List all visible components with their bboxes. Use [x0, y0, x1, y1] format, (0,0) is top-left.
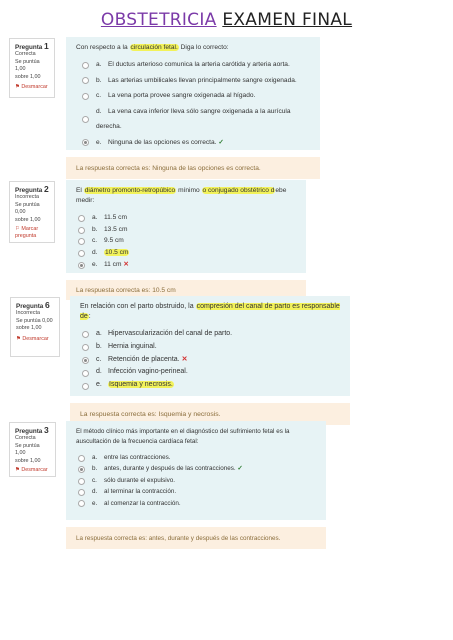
- correct-answer-text: La respuesta correcta es: Ninguna de las…: [76, 164, 261, 172]
- flag-icon: ⚑: [15, 84, 20, 91]
- answer-option[interactable]: d. al terminar la contracción.: [78, 486, 316, 497]
- flag-question-button[interactable]: ⚐ Marcar pregunta: [15, 226, 49, 241]
- question-status: Incorrecta: [15, 194, 39, 201]
- answer-option[interactable]: e. Isquemia y necrosis.: [82, 379, 340, 392]
- question-info-2: Pregunta 2 Incorrecta Se puntúa 0,00 sobr…: [9, 181, 55, 243]
- question-box-2: El diámetro promonto-retropúbico mínimo …: [66, 180, 306, 273]
- question-number-label: Pregunta 3: [15, 425, 49, 435]
- question-status: Incorrecta: [16, 310, 40, 317]
- feedback-box-1: La respuesta correcta es: Ninguna de las…: [66, 157, 320, 179]
- check-icon: ✓: [218, 138, 224, 146]
- radio-button-selected[interactable]: [78, 261, 85, 269]
- radio-button[interactable]: [82, 344, 89, 352]
- answer-option[interactable]: d. 10.5 cm: [78, 247, 296, 259]
- answer-option[interactable]: b. 13.5 cm: [78, 224, 296, 236]
- cross-icon: ✕: [123, 260, 129, 268]
- question-box-3: En relación con el parto obstruido, la c…: [70, 296, 350, 396]
- radio-button-selected[interactable]: [78, 466, 85, 474]
- correct-answer-text: La respuesta correcta es: Isquemia y nec…: [80, 410, 221, 418]
- correct-answer-text: La respuesta correcta es: 10.5 cm: [76, 286, 176, 294]
- question-info-4: Pregunta 3 Correcta Se puntúa 1,00 sobre …: [9, 422, 56, 477]
- question-text: El método clínico más importante en el d…: [76, 428, 290, 445]
- answer-option[interactable]: b. Las arterias umbilicales llevan princi…: [82, 73, 310, 89]
- flag-question-button[interactable]: ⚑ Desmarcar: [16, 336, 54, 343]
- question-number-label: Pregunta 2: [15, 184, 49, 194]
- question-number-label: Pregunta 6: [16, 300, 50, 310]
- question-score: Se puntúa 0,00 sobre 1,00: [16, 317, 53, 332]
- question-box-1: Con respecto a la circulación fetal. Dig…: [66, 37, 320, 150]
- radio-button[interactable]: [82, 382, 89, 390]
- radio-button[interactable]: [82, 116, 89, 123]
- check-icon: ✓: [237, 465, 243, 473]
- answer-option[interactable]: c. La vena porta provee sangre oxigenada …: [82, 88, 310, 104]
- radio-button[interactable]: [78, 454, 85, 462]
- answer-option[interactable]: a. entre las contracciones.: [78, 452, 316, 463]
- radio-button[interactable]: [78, 214, 85, 222]
- answer-option[interactable]: e. 11 cm ✕: [78, 259, 296, 271]
- answer-option[interactable]: d. Infección vagino-perineal.: [82, 366, 340, 379]
- answer-option[interactable]: c. Retención de placenta. ✕: [82, 354, 340, 367]
- answer-option[interactable]: b. Hernia inguinal.: [82, 341, 340, 354]
- question-number-label: Pregunta 1: [15, 41, 49, 51]
- question-status: Correcta: [15, 51, 36, 58]
- radio-button[interactable]: [78, 477, 85, 485]
- flag-icon: ⚑: [16, 335, 21, 342]
- question-score: Se puntúa 1,00 sobre 1,00: [15, 442, 41, 464]
- title-part2: EXAMEN FINAL: [222, 10, 353, 30]
- question-status: Correcta: [15, 435, 36, 442]
- flag-question-button[interactable]: ⚑ Desmarcar: [15, 467, 50, 474]
- flag-question-button[interactable]: ⚑ Desmarcar: [15, 84, 49, 91]
- answer-option[interactable]: c. sólo durante el expulsivo.: [78, 475, 316, 486]
- radio-button[interactable]: [78, 226, 85, 234]
- radio-button-selected[interactable]: [82, 139, 89, 147]
- question-box-4: El método clínico más importante en el d…: [66, 421, 326, 520]
- answer-option[interactable]: b. antes, durante y después de las contra…: [78, 463, 316, 474]
- radio-button[interactable]: [82, 369, 89, 377]
- flag-icon: ⚐: [15, 226, 20, 233]
- radio-button[interactable]: [78, 249, 85, 257]
- question-score: Se puntúa 0,00 sobre 1,00: [15, 201, 41, 223]
- answer-option[interactable]: a. Hipervascularización del canal de part…: [82, 328, 340, 341]
- radio-button[interactable]: [82, 92, 89, 100]
- page-title: OBSTETRICIA EXAMEN FINAL: [0, 10, 453, 30]
- radio-button[interactable]: [82, 331, 89, 339]
- answer-option[interactable]: a. 11.5 cm: [78, 212, 296, 224]
- title-part1: OBSTETRICIA: [100, 10, 217, 30]
- question-score: Se puntúa 1,00 sobre 1,00: [15, 58, 41, 80]
- answer-option[interactable]: d. La vena cava inferior lleva sólo sangr…: [82, 104, 310, 135]
- cross-icon: ✕: [181, 355, 188, 363]
- question-info-1: Pregunta 1 Correcta Se puntúa 1,00 sobre …: [9, 38, 55, 98]
- radio-button[interactable]: [82, 61, 89, 69]
- question-text: Con respecto a la circulación fetal. Dig…: [76, 44, 229, 51]
- answer-option[interactable]: c. 9.5 cm: [78, 235, 296, 247]
- answer-option[interactable]: a. El ductus arterioso comunica la arteri…: [82, 57, 310, 73]
- feedback-box-4: La respuesta correcta es: antes, durante…: [66, 527, 326, 549]
- answer-option[interactable]: e. Ninguna de las opciones es correcta. ✓: [82, 135, 310, 151]
- flag-icon: ⚑: [15, 467, 20, 474]
- radio-button[interactable]: [78, 500, 85, 508]
- question-text: En relación con el parto obstruido, la c…: [80, 303, 340, 320]
- radio-button[interactable]: [78, 488, 85, 496]
- radio-button[interactable]: [78, 238, 85, 246]
- answer-option[interactable]: e. al comenzar la contracción.: [78, 498, 316, 509]
- radio-button[interactable]: [82, 77, 89, 85]
- question-text: El diámetro promonto-retropúbico mínimo …: [76, 187, 287, 204]
- question-info-3: Pregunta 6 Incorrecta Se puntúa 0,00 sobr…: [10, 297, 60, 357]
- correct-answer-text: La respuesta correcta es: antes, durante…: [76, 534, 281, 542]
- radio-button-selected[interactable]: [82, 356, 89, 364]
